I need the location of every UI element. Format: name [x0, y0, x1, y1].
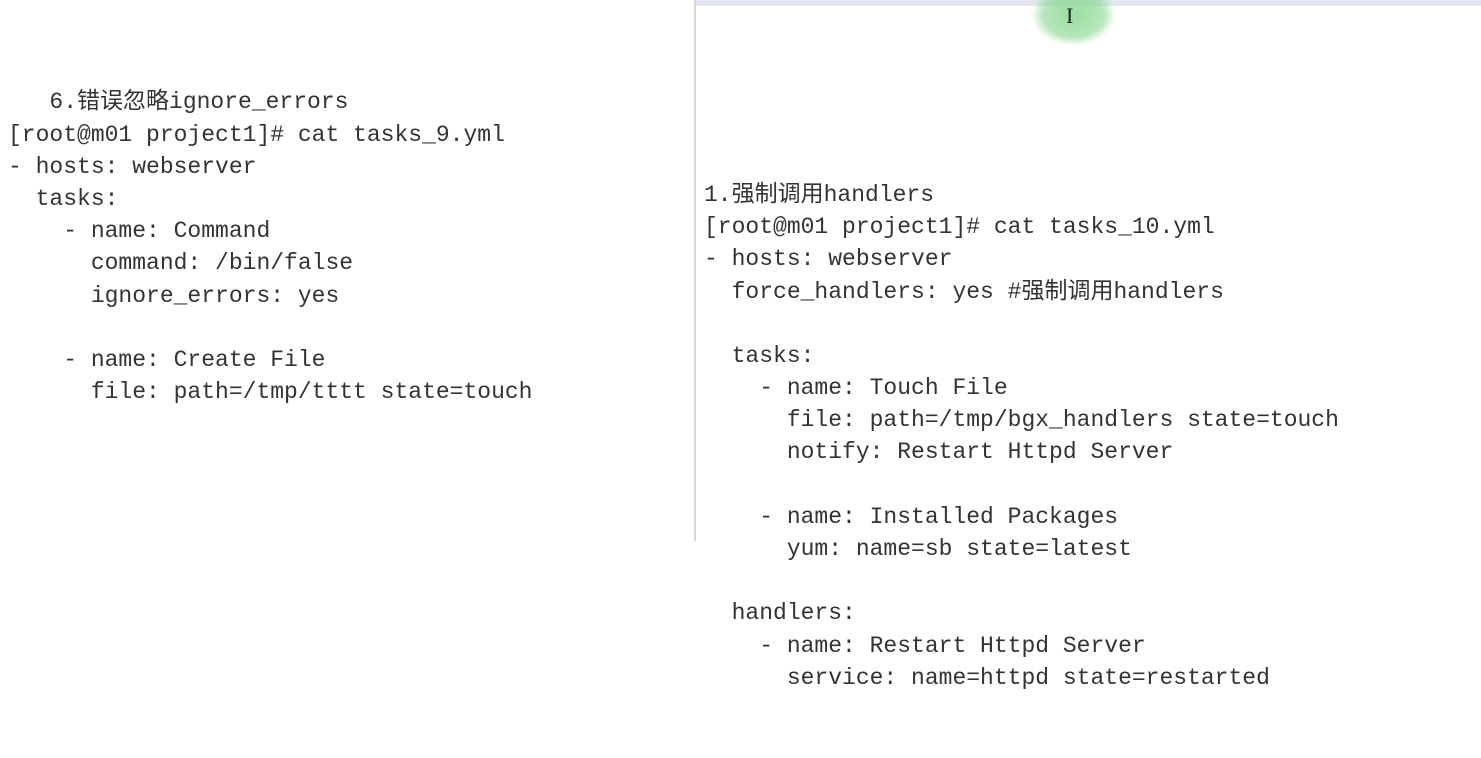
cursor-highlight: [1031, 0, 1116, 46]
right-pane: I 1.强制调用handlers [root@m01 project1]# ca…: [696, 0, 1481, 541]
top-bar: [696, 0, 1481, 6]
left-pane: 6.错误忽略ignore_errors [root@m01 project1]#…: [0, 0, 696, 541]
split-view: 6.错误忽略ignore_errors [root@m01 project1]#…: [0, 0, 1481, 541]
